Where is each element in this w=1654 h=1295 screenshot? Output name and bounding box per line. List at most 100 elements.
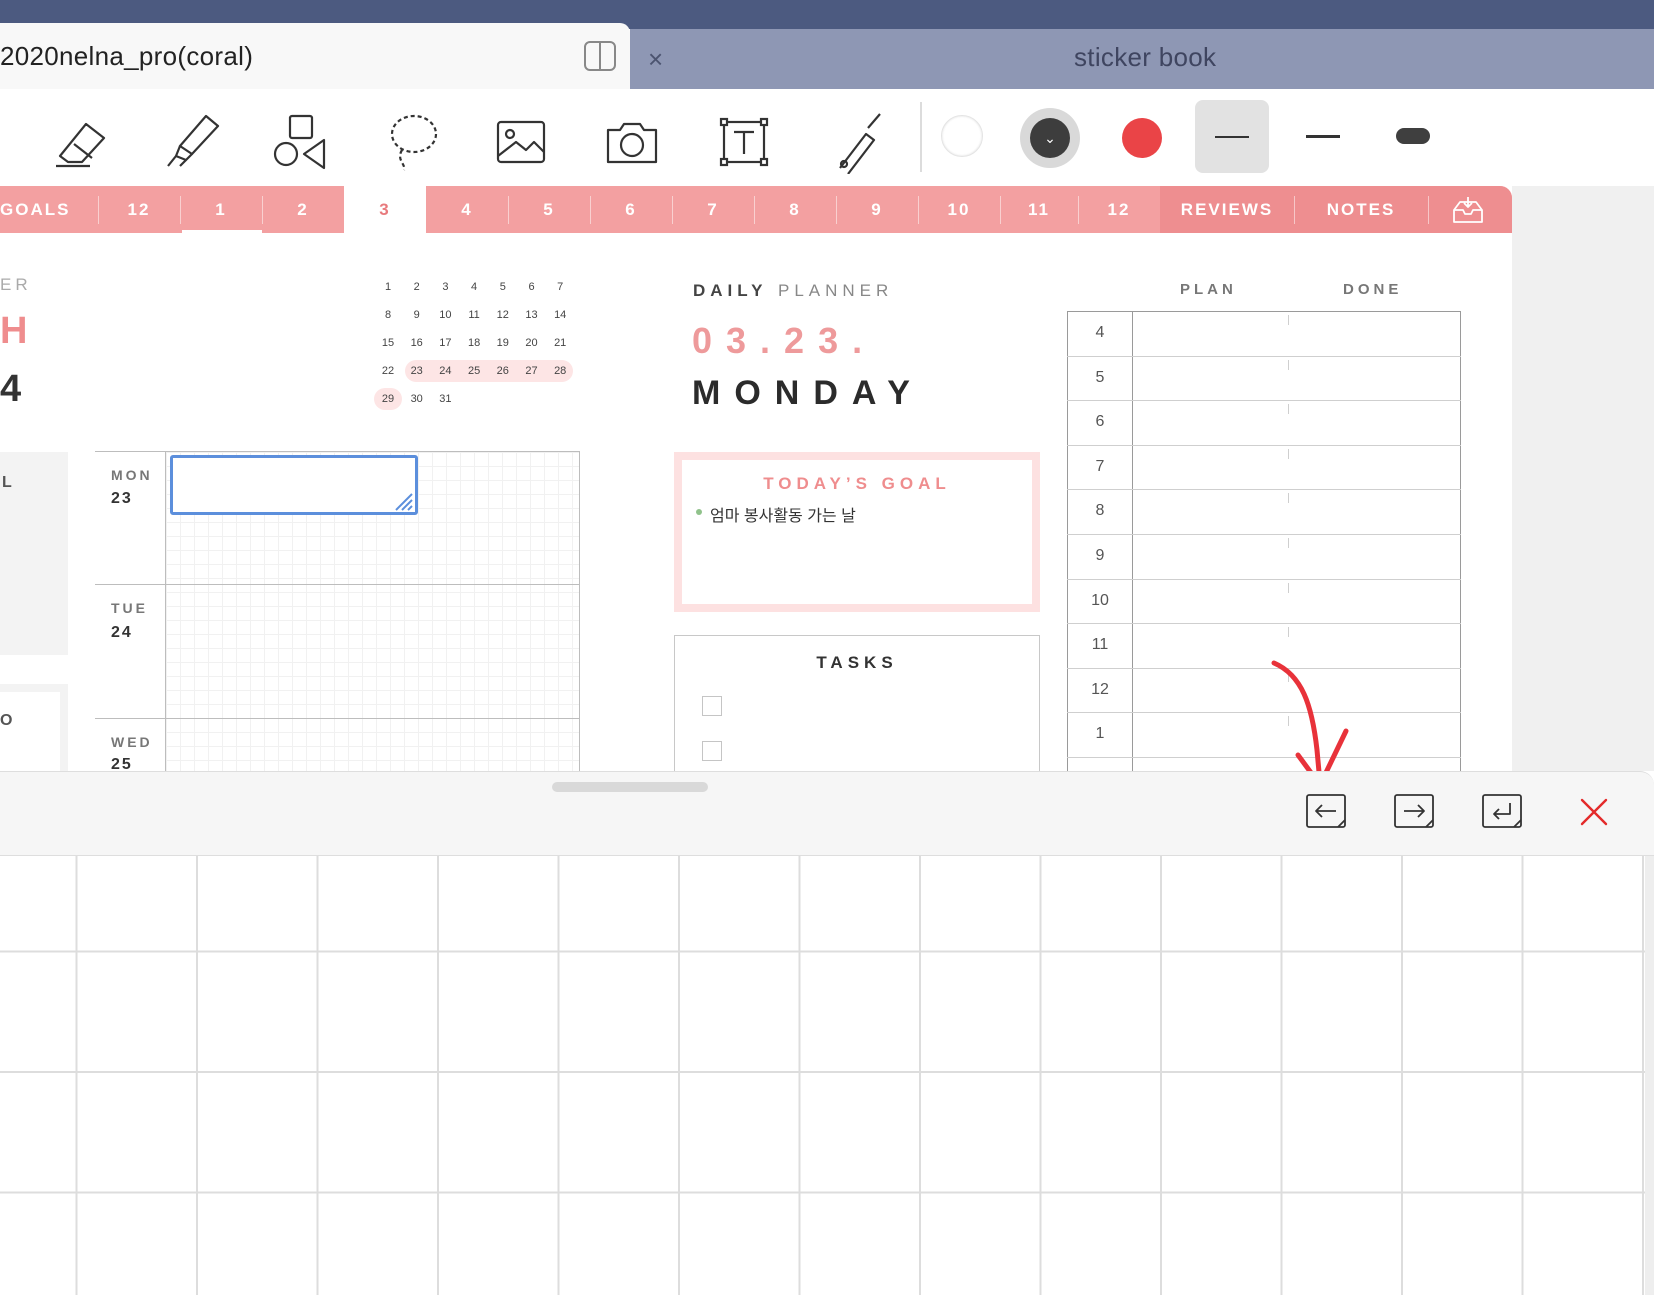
textbox-icon[interactable] [712,110,776,174]
nav-notes[interactable]: NOTES [1294,186,1428,233]
calendar-day[interactable]: 16 [403,332,431,354]
time-row-divider [1067,578,1461,580]
calendar-day[interactable]: 12 [489,304,517,326]
nav-month-1[interactable]: 1 [180,186,262,233]
calendar-day[interactable]: 1 [374,276,402,298]
week-row-divider [95,584,580,585]
nav-month-11[interactable]: 11 [1000,186,1078,233]
calendar-day[interactable]: 2 [403,276,431,298]
nav-month-7[interactable]: 7 [672,186,754,233]
return-icon[interactable] [1482,794,1522,828]
split-view-icon[interactable] [584,41,616,71]
calendar-day[interactable]: 8 [374,304,402,326]
calendar-day[interactable]: 13 [518,304,546,326]
inbox-icon[interactable] [1452,196,1484,224]
nav-reviews[interactable]: REVIEWS [1160,186,1294,233]
week-day-name: WED [111,734,153,750]
arrow-left-icon[interactable] [1306,794,1346,828]
plan-done-tick [1288,493,1289,504]
time-hour-label: 10 [1091,591,1109,609]
time-row-divider [1067,355,1461,357]
calendar-day[interactable]: 4 [460,276,488,298]
stroke-medium-button[interactable] [1306,135,1340,138]
time-hour-label: 9 [1095,547,1105,564]
drag-handle[interactable] [552,782,708,792]
camera-icon[interactable] [600,110,664,174]
laser-pointer-icon[interactable] [822,110,886,175]
close-icon[interactable] [1576,794,1612,830]
calendar-day[interactable]: 25 [460,360,488,382]
calendar-day[interactable]: 14 [546,304,574,326]
left-panel-label-fragment: L [2,474,12,491]
nav-month-5[interactable]: 5 [508,186,590,233]
tab-notebook[interactable]: 2020nelna_pro(coral) [0,23,630,89]
nav-month-2[interactable]: 2 [262,186,344,233]
calendar-day[interactable]: 11 [460,304,488,326]
left-side-panel-2-inner [0,692,60,774]
toolbar-divider [920,102,922,172]
time-hour-label: 11 [1091,636,1109,654]
grid-canvas[interactable] [0,856,1645,1295]
tab-sticker-book-title: sticker book [1074,42,1217,72]
time-hour-label: 8 [1095,502,1105,520]
color-swatch-dark[interactable]: ⌄ [1030,118,1070,158]
task-checkbox[interactable] [702,696,722,716]
lasso-icon[interactable] [382,110,446,174]
time-hour-label: 1 [1095,725,1105,743]
color-swatch-white[interactable] [941,115,983,157]
plan-done-tick [1288,404,1289,415]
calendar-day[interactable]: 5 [489,276,517,298]
calendar-day[interactable]: 24 [431,360,459,382]
task-checkbox[interactable] [702,741,722,761]
shapes-icon[interactable] [270,110,334,174]
time-hour-label: 5 [1095,368,1105,386]
time-row-divider [1067,444,1461,446]
left-heading-fragment: ER [0,275,32,294]
week-day-date: 24 [111,624,133,641]
nav-month-3-active[interactable]: 3 [344,186,426,233]
calendar-day[interactable]: 18 [460,332,488,354]
nav-month-8[interactable]: 8 [754,186,836,233]
calendar-day[interactable]: 9 [403,304,431,326]
daily-date: 03.23. [692,320,877,361]
color-swatch-red[interactable] [1122,118,1162,158]
calendar-day[interactable]: 29 [374,388,402,410]
calendar-day[interactable]: 17 [431,332,459,354]
calendar-day[interactable]: 21 [546,332,574,354]
active-text-box[interactable] [170,455,418,515]
arrow-right-icon[interactable] [1394,794,1434,828]
calendar-day[interactable]: 7 [546,276,574,298]
calendar-day[interactable]: 19 [489,332,517,354]
daily-label: DAILY [693,281,768,300]
calendar-day[interactable]: 15 [374,332,402,354]
nav-month-6[interactable]: 6 [590,186,672,233]
resize-handle-icon[interactable] [392,490,414,512]
stroke-thin-button[interactable] [1195,100,1269,173]
calendar-day[interactable]: 6 [518,276,546,298]
tab-close-icon[interactable]: × [648,44,663,75]
calendar-day[interactable]: 3 [431,276,459,298]
stroke-thick-button[interactable] [1396,128,1430,144]
calendar-day[interactable]: 20 [518,332,546,354]
image-icon[interactable] [490,110,554,174]
nav-goals[interactable]: GOALS [0,186,98,233]
calendar-day[interactable]: 28 [546,360,574,382]
nav-month-10[interactable]: 10 [918,186,1000,233]
eraser-icon[interactable] [52,110,116,174]
highlighter-icon[interactable] [162,110,226,174]
nav-month-4[interactable]: 4 [426,186,508,233]
calendar-day[interactable]: 26 [489,360,517,382]
nav-month-9[interactable]: 9 [836,186,918,233]
calendar-day[interactable]: 22 [374,360,402,382]
nav-month-prev-12[interactable]: 12 [98,186,180,233]
calendar-day[interactable]: 30 [403,388,431,410]
calendar-day[interactable]: 10 [431,304,459,326]
nav-month-12[interactable]: 12 [1078,186,1160,233]
time-row-divider [1067,400,1461,402]
tab-notebook-title: 2020nelna_pro(coral) [0,41,254,71]
calendar-day[interactable]: 27 [518,360,546,382]
calendar-day[interactable]: 23 [403,360,431,382]
time-hour-label: 4 [1095,324,1105,341]
calendar-day[interactable]: 31 [431,388,459,410]
plan-done-tick [1288,538,1289,548]
